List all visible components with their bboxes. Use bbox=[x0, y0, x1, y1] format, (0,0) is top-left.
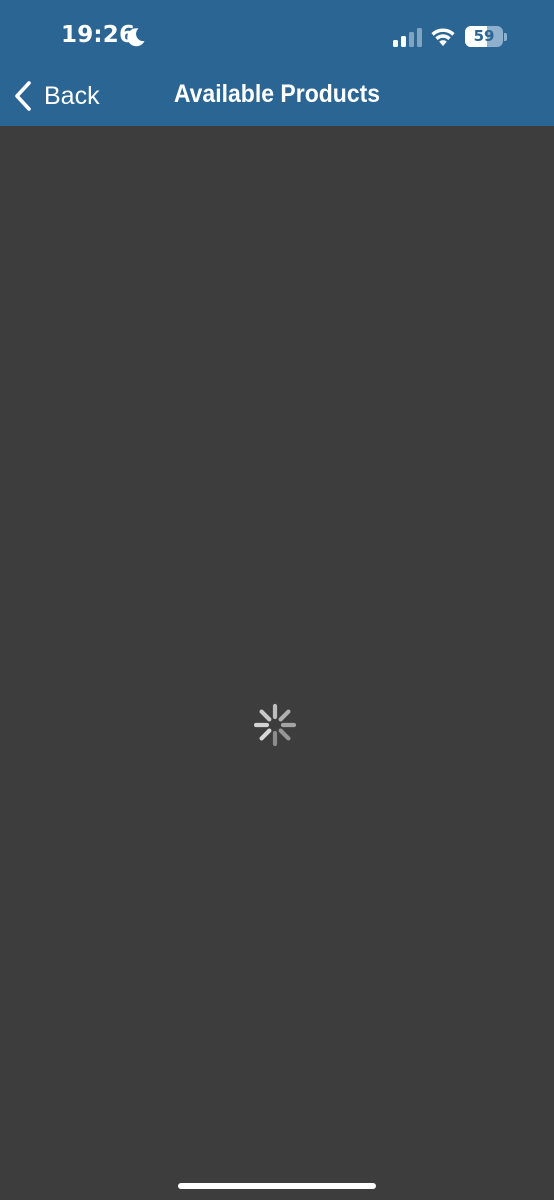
moon-icon bbox=[127, 28, 145, 47]
home-indicator[interactable] bbox=[178, 1183, 376, 1189]
page-title: Available Products bbox=[173, 80, 381, 108]
activity-spinner-icon bbox=[253, 703, 297, 747]
top-navigation-bar: 19:26 59 Back Available Products bbox=[0, 0, 554, 126]
battery-cap bbox=[504, 33, 507, 41]
status-time: 19:26 bbox=[61, 22, 136, 48]
wifi-icon bbox=[431, 28, 455, 46]
battery-percentage: 59 bbox=[473, 27, 495, 45]
battery-icon: 59 bbox=[465, 25, 507, 49]
battery-body: 59 bbox=[465, 26, 503, 47]
signal-icon bbox=[393, 28, 422, 47]
app-screen: 19:26 59 Back Available Products bbox=[0, 0, 554, 1200]
product-list-content bbox=[0, 126, 554, 1200]
